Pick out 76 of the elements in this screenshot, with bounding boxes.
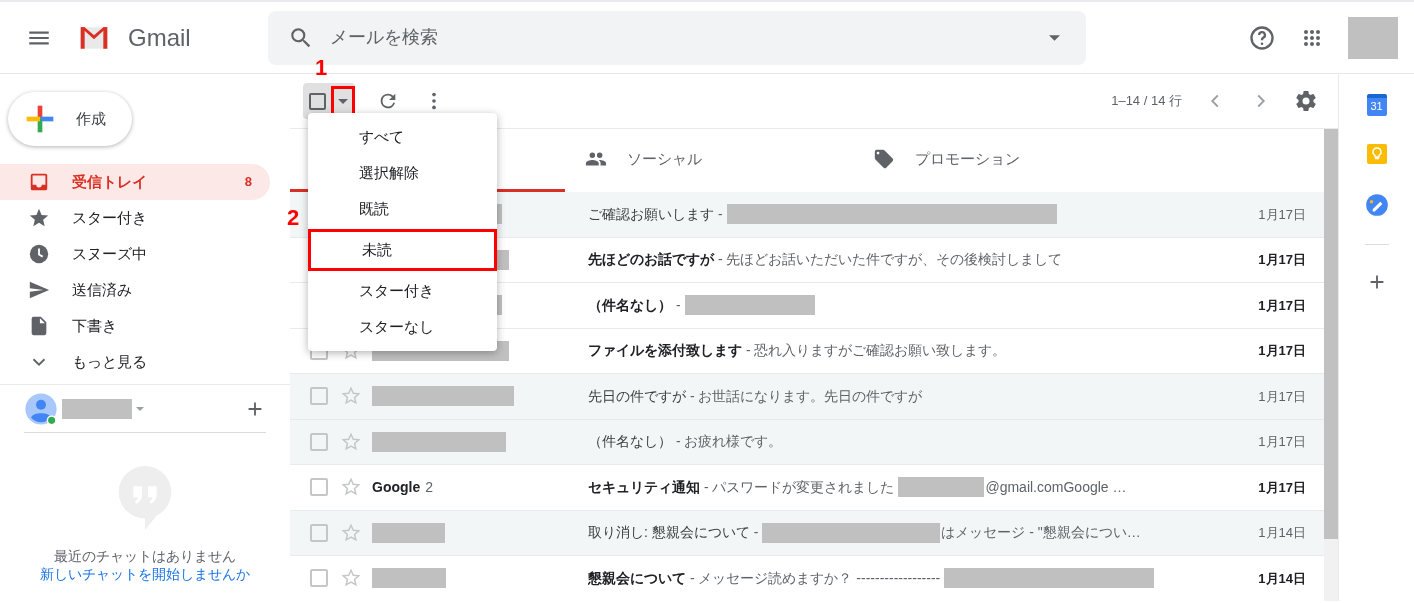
thread-count: 2	[425, 477, 434, 497]
snippet-text: - お疲れ様です。	[674, 432, 783, 452]
menu-item[interactable]: 既読	[308, 191, 497, 227]
date-text: 1月17日	[1257, 478, 1306, 497]
nav-item[interactable]: もっと見る	[0, 344, 270, 380]
snippet-text: - お世話になります。先日の件ですが	[688, 386, 923, 406]
compose-button[interactable]: 作成	[8, 92, 132, 146]
account-avatar[interactable]	[1348, 16, 1398, 59]
menu-item[interactable]: 未読	[311, 232, 494, 268]
search-input[interactable]: メールを検索	[330, 17, 1049, 58]
subject-text: 先ほどのお話ですが	[588, 250, 714, 270]
date-text: 1月17日	[1257, 342, 1306, 360]
nav-item[interactable]: 送信済み	[0, 272, 270, 308]
date-text: 1月17日	[1257, 387, 1306, 406]
help-icon[interactable]	[1248, 23, 1276, 52]
subject-text: （件名なし）	[588, 295, 672, 315]
app-title: Gmail	[128, 22, 191, 53]
subject-text: 先日の件ですが	[588, 386, 686, 406]
snippet-text: -	[716, 204, 723, 224]
snippet-text: -	[674, 295, 681, 315]
date-text: 1月14日	[1257, 569, 1306, 588]
subject-text: ファイルを添付致します	[588, 341, 742, 361]
snippet-text: - 恐れ入りますがご確認お願い致します。	[744, 341, 1007, 361]
subject-text: 取り消し: 懇親会について	[588, 523, 750, 543]
checkbox[interactable]	[310, 569, 328, 588]
star-icon	[28, 207, 50, 229]
date-text: 1月14日	[1257, 524, 1306, 542]
subject-text: （件名なし）	[588, 432, 672, 452]
page-range-text: 1–14 / 14 行	[1111, 92, 1182, 111]
caret-icon[interactable]	[1049, 34, 1060, 41]
checkbox[interactable]	[309, 92, 326, 110]
inbox-icon	[28, 171, 50, 193]
snippet-text: はメッセージ - "懇親会につい…	[941, 523, 1141, 543]
plus-icon	[24, 103, 56, 135]
tab[interactable]: ソーシャル	[565, 129, 853, 192]
snippet-text: @gmail.comGoogle …	[985, 477, 1127, 497]
checkbox[interactable]	[310, 523, 328, 542]
tab[interactable]: プロモーション	[853, 129, 1153, 192]
menu-item[interactable]: 選択解除	[308, 155, 497, 191]
subject-text: 懇親会について	[588, 568, 686, 588]
date-text: 1月17日	[1257, 433, 1306, 451]
snippet-text: - パスワードが変更されました	[702, 477, 895, 497]
person-avatar-icon	[24, 391, 58, 426]
date-text: 1月17日	[1257, 251, 1306, 269]
calendar-icon[interactable]: 31	[1366, 94, 1387, 116]
nav-item[interactable]: 受信トレイ 8	[0, 164, 270, 200]
nav-item[interactable]: 下書き	[0, 308, 270, 344]
checkbox[interactable]	[310, 387, 328, 406]
email-row[interactable]: 先日の件ですが - お世話になります。先日の件ですが 1月17日	[290, 374, 1324, 420]
snippet-text: -	[752, 523, 759, 543]
checkbox[interactable]	[310, 432, 328, 451]
settings-icon[interactable]	[1294, 89, 1318, 113]
scrollbar-thumb[interactable]	[1324, 129, 1338, 539]
checkbox[interactable]	[310, 478, 328, 497]
email-row[interactable]: 取り消し: 懇親会について - はメッセージ - "懇親会につい… 1月14日	[290, 510, 1324, 556]
subject-text: ご確認お願いします	[588, 204, 714, 224]
snippet-text: - メッセージ読めますか？ ------------------	[688, 568, 941, 588]
step-number: 2	[287, 206, 300, 230]
date-text: 1月17日	[1257, 296, 1306, 315]
lightbulb-icon[interactable]	[1364, 142, 1389, 166]
subject-text: セキュリティ通知	[588, 477, 700, 497]
sender-name: Google	[372, 477, 421, 497]
check-circle-icon[interactable]	[1363, 192, 1390, 218]
menu-item[interactable]: すべて	[308, 119, 497, 155]
send-icon	[28, 279, 50, 301]
clock-icon	[28, 243, 50, 265]
empty-chat-text: 最近のチャットはありません	[54, 547, 236, 565]
tag-icon	[873, 148, 895, 170]
snippet-text: - 先ほどお話いただいた件ですが、その後検討しまして	[716, 250, 1063, 270]
nav-item[interactable]: スター付き	[0, 200, 270, 236]
nav-item[interactable]: スヌーズ中	[0, 236, 270, 272]
date-text: 1月17日	[1257, 205, 1306, 224]
redacted-block	[62, 398, 132, 419]
caret-icon	[338, 98, 348, 104]
email-row[interactable]: （件名なし） - お疲れ様です。 1月17日	[290, 419, 1324, 465]
start-chat-link[interactable]: 新しいチャットを開始しませんか	[40, 565, 250, 583]
